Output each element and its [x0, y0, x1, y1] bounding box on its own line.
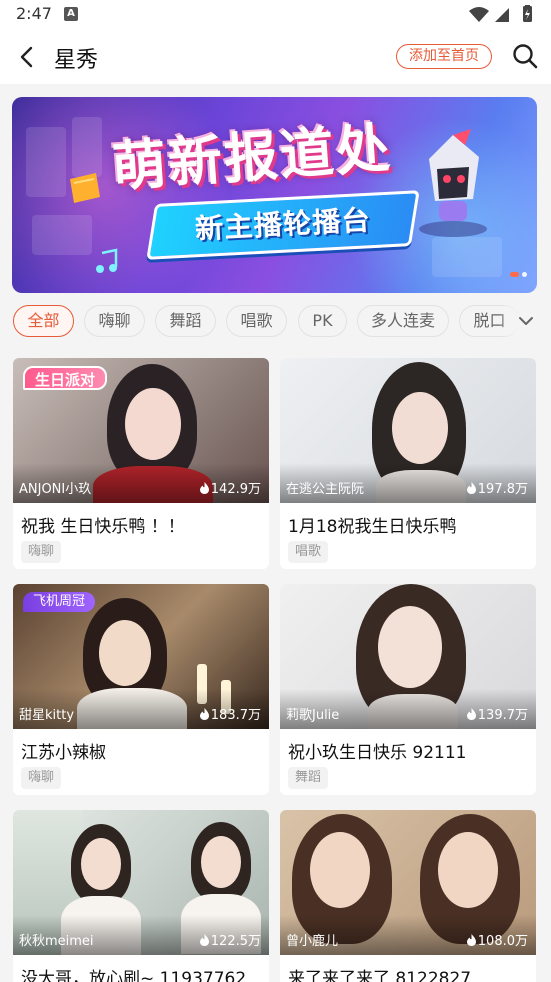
status-time: 2:47: [16, 4, 52, 23]
wifi-icon: [469, 7, 489, 22]
tab-pk[interactable]: PK: [298, 305, 347, 337]
room-thumbnail: 在逃公主阮阮 197.8万: [280, 358, 536, 503]
page-title: 星秀: [54, 48, 99, 73]
streamer-name: 在逃公主阮阮: [286, 482, 365, 497]
flame-icon: [199, 482, 209, 494]
live-room-card[interactable]: 秋秋meimei 122.5万 没大哥，放心刷~ 11937762: [13, 810, 269, 982]
room-title: 来了来了来了 8122827: [288, 969, 472, 982]
room-thumbnail: 生日派对 ANJONI小玖 142.9万: [13, 358, 269, 503]
popularity-count: 183.7万: [199, 704, 261, 723]
popularity-count: 197.8万: [466, 478, 528, 497]
category-tabs: 全部 嗨聊 舞蹈 唱歌 PK 多人连麦 脱口: [0, 303, 551, 341]
popularity-count: 142.9万: [199, 478, 261, 497]
sim-icon: A: [64, 7, 78, 21]
birthday-party-badge: 生日派对: [23, 366, 108, 390]
live-room-card[interactable]: 飞机周冠 甜星kitty 183.7万 江苏小辣椒 嗨聊: [13, 584, 269, 795]
room-thumbnail: 飞机周冠 甜星kitty 183.7万: [13, 584, 269, 729]
popularity-count: 122.5万: [199, 930, 261, 949]
status-bar: 2:47 A: [0, 0, 551, 30]
flame-icon: [199, 934, 209, 946]
search-icon[interactable]: [511, 42, 539, 70]
streamer-name: 甜星kitty: [19, 708, 75, 723]
streamer-name: 秋秋meimei: [19, 934, 94, 949]
promo-banner[interactable]: 萌新报道处 新主播轮播台: [12, 97, 537, 293]
top-nav-bar: 星秀 添加至首页: [0, 30, 551, 84]
ticket-decoration-icon: [70, 173, 100, 203]
room-thumbnail: 曾小鹿儿 108.0万: [280, 810, 536, 955]
room-thumbnail: 莉歌Julie 139.7万: [280, 584, 536, 729]
streamer-name: ANJONI小玖: [19, 482, 92, 497]
popularity-count: 108.0万: [466, 930, 528, 949]
flame-icon: [466, 934, 476, 946]
flame-icon: [466, 482, 476, 494]
streamer-name: 曾小鹿儿: [286, 934, 339, 949]
flame-icon: [199, 708, 209, 720]
system-status-icons: [469, 5, 532, 22]
back-arrow-icon[interactable]: [14, 43, 42, 71]
room-thumbnail: 秋秋meimei 122.5万: [13, 810, 269, 955]
add-to-home-button[interactable]: 添加至首页: [396, 44, 492, 69]
streamer-name: 莉歌Julie: [286, 708, 340, 723]
room-title: 没大哥，放心刷~ 11937762: [21, 969, 247, 982]
signal-icon: [495, 8, 509, 22]
plane-weekly-crown-badge: 飞机周冠: [23, 592, 96, 612]
category-tag: 舞蹈: [288, 767, 329, 789]
live-room-card[interactable]: 莉歌Julie 139.7万 祝小玖生日快乐 92111 舞蹈: [280, 584, 536, 795]
tab-chat[interactable]: 嗨聊: [84, 305, 145, 337]
category-tag: 嗨聊: [21, 541, 62, 563]
tab-multi-mic[interactable]: 多人连麦: [357, 305, 449, 337]
live-room-card[interactable]: 生日派对 ANJONI小玖 142.9万 祝我 生日快乐鸭 ！！ 嗨聊: [13, 358, 269, 569]
popularity-count: 139.7万: [466, 704, 528, 723]
room-title: 祝小玖生日快乐 92111: [288, 743, 467, 763]
flame-icon: [466, 708, 476, 720]
live-room-card[interactable]: 曾小鹿儿 108.0万 来了来了来了 8122827: [280, 810, 536, 982]
banner-pagination: [507, 262, 527, 281]
tab-sing[interactable]: 唱歌: [226, 305, 287, 337]
mascot-character-icon: [419, 129, 487, 237]
category-tag: 嗨聊: [21, 767, 62, 789]
room-title: 祝我 生日快乐鸭 ！！: [21, 517, 185, 537]
chevron-down-icon[interactable]: [517, 312, 535, 330]
live-room-card[interactable]: 在逃公主阮阮 197.8万 1月18祝我生日快乐鸭 唱歌: [280, 358, 536, 569]
room-title: 1月18祝我生日快乐鸭: [288, 517, 457, 537]
category-tag: 唱歌: [288, 541, 329, 563]
tab-dance[interactable]: 舞蹈: [155, 305, 216, 337]
music-note-icon: [96, 248, 118, 273]
room-title: 江苏小辣椒: [21, 743, 106, 763]
tab-all[interactable]: 全部: [13, 305, 74, 337]
